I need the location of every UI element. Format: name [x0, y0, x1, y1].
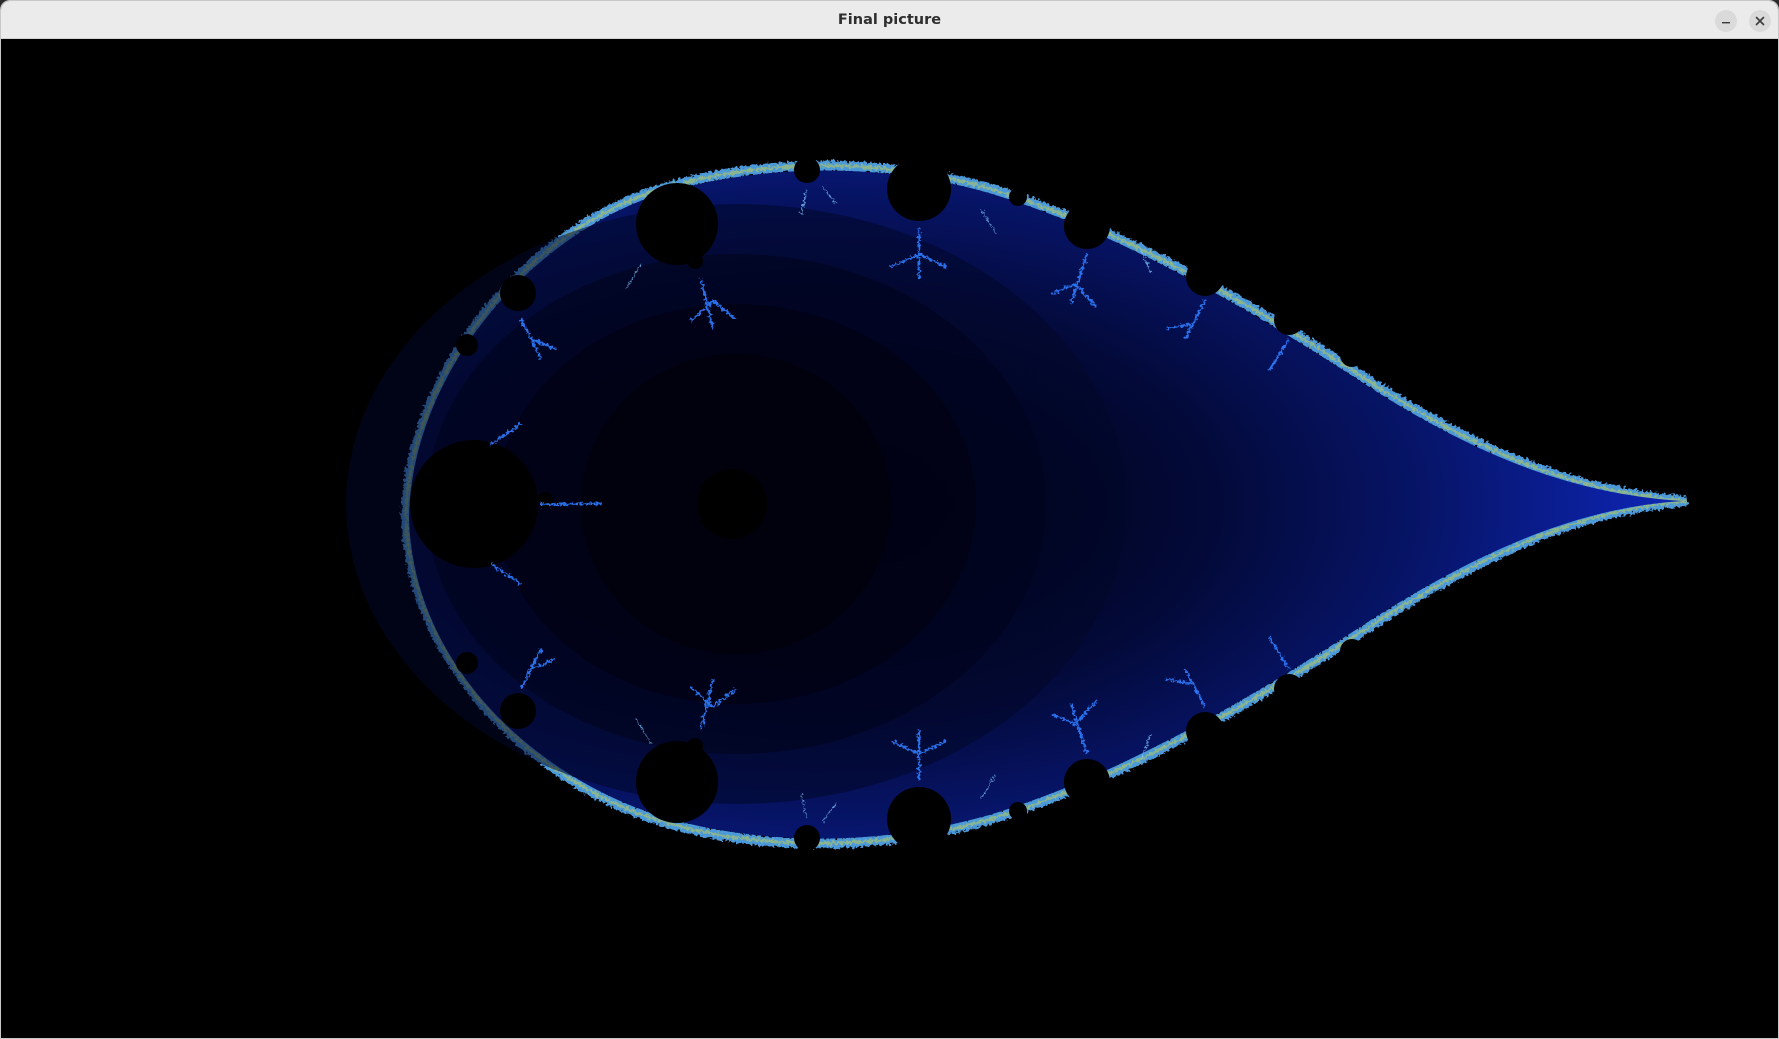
minimize-button[interactable]	[1715, 10, 1737, 32]
close-button[interactable]	[1749, 10, 1771, 32]
close-icon	[1755, 16, 1765, 26]
window-title: Final picture	[837, 12, 942, 28]
fractal-image	[346, 157, 1688, 851]
fractal-canvas[interactable]	[1, 39, 1778, 1038]
title-bar[interactable]: Final picture	[1, 1, 1778, 39]
app-window: Final picture	[0, 0, 1779, 1039]
minimize-icon	[1721, 16, 1731, 26]
